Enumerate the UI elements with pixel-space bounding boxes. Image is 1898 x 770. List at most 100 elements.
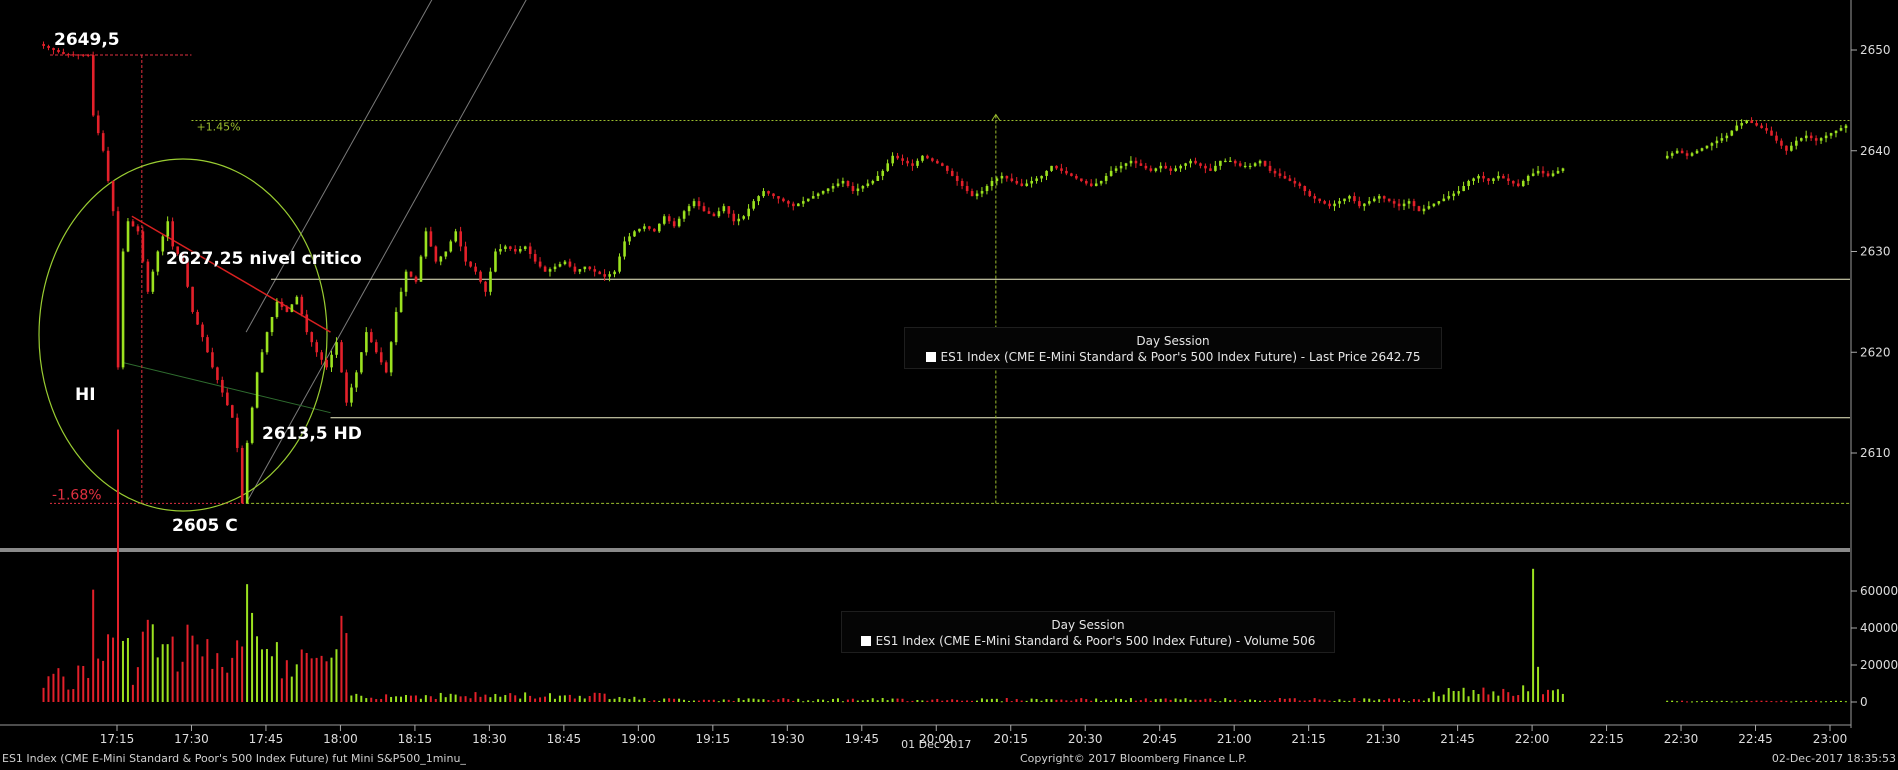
volume-bar	[1427, 698, 1430, 702]
candle-body	[504, 246, 507, 249]
candle-body	[1760, 125, 1763, 129]
candle-body	[816, 193, 820, 197]
candle-body	[633, 231, 636, 237]
volume-bar	[861, 700, 864, 702]
candle-body	[260, 352, 264, 373]
volume-bar	[136, 667, 139, 702]
volume-bar	[241, 646, 244, 702]
legend-swatch	[860, 636, 871, 646]
volume-bar	[588, 696, 591, 702]
volume-bar	[961, 700, 964, 702]
candle-body	[1750, 120, 1753, 124]
volume-bar	[876, 700, 879, 702]
volume-bar	[926, 700, 929, 702]
volume-bar	[966, 700, 969, 702]
volume-bar	[1383, 700, 1386, 702]
x-tick-label: 20:45	[1142, 732, 1177, 746]
candle-body	[1452, 193, 1456, 197]
volume-bar	[1750, 701, 1753, 703]
candle-body	[82, 54, 85, 56]
volume-bar	[226, 672, 229, 702]
candle-body	[1670, 153, 1674, 156]
candle-body	[1397, 203, 1401, 207]
volume-bar	[1825, 701, 1828, 703]
volume-bar	[1070, 700, 1073, 702]
x-tick-label: 22:45	[1738, 732, 1773, 746]
candle-body	[692, 201, 696, 207]
candle-body	[126, 221, 130, 252]
candle-body	[474, 266, 477, 272]
candle-body	[365, 332, 368, 353]
candle-body	[841, 180, 845, 184]
volume-bar	[265, 649, 268, 702]
candle-body	[1358, 201, 1361, 207]
volume-bar	[1303, 700, 1306, 702]
candle-body	[980, 191, 984, 194]
volume-bar	[1105, 699, 1108, 702]
volume-bar	[231, 657, 234, 702]
candle-body	[106, 150, 110, 181]
candle-body	[1278, 173, 1282, 176]
candle-body	[240, 447, 244, 504]
candle-body	[1755, 123, 1758, 126]
volume-bar	[846, 699, 849, 702]
volume-bar	[1507, 692, 1510, 702]
volume-bar	[1437, 696, 1440, 702]
candle-body	[762, 191, 765, 197]
volume-bar	[995, 698, 998, 702]
candle-body	[990, 180, 994, 187]
volume-bar	[1005, 698, 1008, 702]
candle-body	[1089, 183, 1093, 187]
candle-body	[1268, 165, 1272, 171]
candle-body	[1720, 138, 1724, 141]
volume-bar	[1010, 701, 1013, 703]
volume-bar	[1154, 699, 1157, 702]
candle-body	[846, 180, 850, 187]
volume-bar	[1517, 695, 1520, 702]
volume-bar	[1065, 700, 1068, 702]
volume-bar	[1671, 700, 1674, 702]
volume-bar	[117, 429, 119, 702]
volume-bar	[439, 692, 442, 702]
x-tick-label: 19:15	[696, 732, 731, 746]
candle-body	[926, 155, 929, 159]
candle-body	[717, 211, 721, 217]
volume-bar	[409, 695, 412, 702]
channel-line-base	[121, 361, 331, 414]
volume-bar	[330, 657, 333, 702]
volume-bar	[802, 701, 805, 703]
volume-bar	[131, 684, 134, 702]
candle-body	[1075, 175, 1078, 179]
volume-bar	[1080, 698, 1083, 702]
volume-bar	[1378, 699, 1381, 702]
x-tick-label: 18:45	[547, 732, 582, 746]
candle-body	[360, 352, 363, 373]
candle-body	[1005, 175, 1009, 179]
pct-down-label: -1.68%	[52, 487, 102, 503]
volume-bar	[82, 665, 85, 702]
volume-bar	[1432, 691, 1435, 702]
volume-bar	[340, 615, 343, 702]
candle-body	[434, 246, 438, 262]
volume-bar	[1224, 698, 1227, 702]
volume-bar	[1040, 700, 1043, 702]
candle-body	[235, 417, 239, 448]
volume-bar	[1780, 700, 1783, 702]
candle-body	[1809, 135, 1813, 139]
volume-legend-entry: ES1 Index (CME E-Mini Standard & Poor's …	[875, 634, 1316, 648]
candle-body	[1080, 178, 1083, 181]
volume-bar	[1492, 691, 1495, 702]
candle-body	[1343, 198, 1346, 202]
volume-bar	[598, 692, 601, 702]
volume-bar	[1259, 700, 1261, 702]
candle-body	[578, 269, 582, 272]
volume-legend-entry-row: ES1 Index (CME E-Mini Standard & Poor's …	[850, 633, 1326, 649]
volume-bar	[658, 700, 661, 702]
volume-bar	[762, 699, 765, 702]
candle-body	[1814, 138, 1818, 141]
volume-bar	[449, 693, 452, 702]
candle-body	[1139, 163, 1143, 166]
candle-body	[211, 352, 214, 368]
volume-bar	[161, 644, 164, 702]
candle-body	[1159, 165, 1163, 169]
